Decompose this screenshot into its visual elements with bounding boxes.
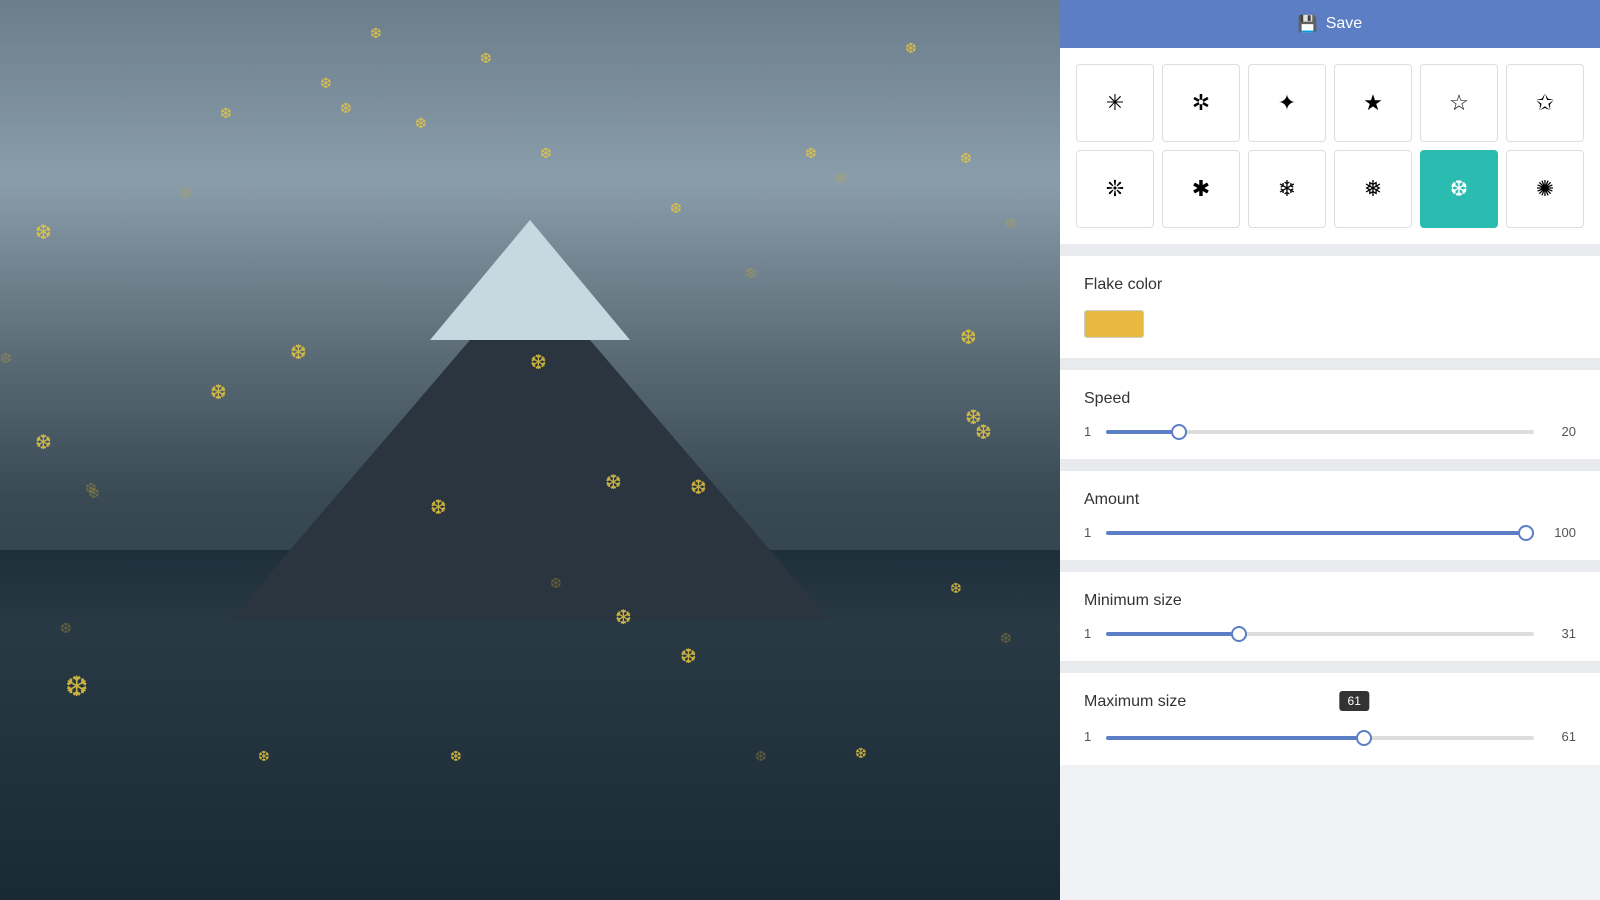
min-size-value: 31 [1546, 626, 1576, 641]
max-size-min: 1 [1084, 729, 1094, 744]
speed-section: Speed 1 20 [1060, 370, 1600, 459]
shape-btn-asterisk-circle[interactable]: ✺ [1506, 150, 1584, 228]
max-size-tooltip: 61 [1340, 691, 1369, 711]
shape-grid-section: ✳✲✦★☆✩ ❊✱❄❅❆✺ [1060, 48, 1600, 244]
flake: ❆ [450, 748, 462, 765]
section-divider-2 [1060, 358, 1600, 370]
max-size-section: Maximum size 1 61 61 [1060, 673, 1600, 765]
canvas-area: ❆❆❆❆❆❆❆❆❆❆❆❆❆❆❆❆❆❆❆❆❆❆❆❆❆❆❆❆❆❆❆❆❆❆❆❆❆❆❆❆ [0, 0, 1060, 900]
flake: ❆ [35, 430, 52, 455]
flake: ❆ [88, 485, 100, 502]
min-size-slider-row: 1 31 [1084, 626, 1576, 641]
flake: ❆ [690, 475, 707, 500]
flake: ❆ [950, 580, 962, 597]
flake: ❆ [680, 644, 697, 669]
flake: ❆ [755, 748, 767, 765]
amount-slider-row: 1 100 [1084, 525, 1576, 540]
flake: ❆ [670, 200, 682, 217]
flake: ❆ [210, 380, 227, 405]
speed-slider[interactable] [1106, 430, 1534, 434]
speed-max: 20 [1546, 424, 1576, 439]
flake: ❆ [0, 350, 12, 367]
max-size-value: 61 [1546, 729, 1576, 744]
flake-color-section: Flake color [1060, 256, 1600, 358]
flake: ❆ [615, 605, 632, 630]
shape-btn-star5-fill[interactable]: ★ [1334, 64, 1412, 142]
flake: ❆ [370, 25, 382, 42]
amount-slider[interactable] [1106, 531, 1534, 535]
min-size-label: Minimum size [1084, 592, 1576, 610]
amount-section: Amount 1 100 [1060, 471, 1600, 560]
flake: ❆ [180, 185, 192, 202]
shape-btn-asterisk6[interactable]: ✳ [1076, 64, 1154, 142]
shape-btn-star5-outline[interactable]: ☆ [1420, 64, 1498, 142]
section-divider-1 [1060, 244, 1600, 256]
flake: ❆ [415, 115, 427, 132]
shape-btn-blob-star[interactable]: ✦ [1248, 64, 1326, 142]
mountain-snow [430, 220, 630, 340]
water-reflection [0, 620, 1060, 900]
flake: ❆ [65, 670, 88, 703]
flake: ❆ [805, 145, 817, 162]
flake: ❆ [220, 105, 232, 122]
flake: ❆ [855, 745, 867, 762]
max-size-slider[interactable] [1106, 736, 1534, 740]
save-label: Save [1326, 15, 1362, 33]
flake: ❆ [835, 170, 847, 187]
save-button[interactable]: 💾 Save [1060, 0, 1600, 48]
shape-btn-star5-thin[interactable]: ✩ [1506, 64, 1584, 142]
flake: ❆ [530, 350, 547, 375]
shape-grid: ✳✲✦★☆✩ ❊✱❄❅❆✺ [1076, 64, 1584, 228]
flake: ❆ [605, 470, 622, 495]
amount-max: 100 [1546, 525, 1576, 540]
max-size-label: Maximum size [1084, 693, 1576, 711]
shape-btn-snowflake-bold[interactable]: ❊ [1076, 150, 1154, 228]
amount-min: 1 [1084, 525, 1094, 540]
flake: ❆ [1000, 630, 1012, 647]
flake-color-label: Flake color [1084, 276, 1576, 294]
shape-btn-snowflake-light[interactable]: ❄ [1248, 150, 1326, 228]
speed-label: Speed [1084, 390, 1576, 408]
flake: ❆ [975, 420, 992, 445]
section-divider-3 [1060, 459, 1600, 471]
save-icon: 💾 [1298, 14, 1318, 34]
flake-color-swatch[interactable] [1084, 310, 1144, 338]
flake: ❆ [480, 50, 492, 67]
flake: ❆ [1005, 215, 1017, 232]
flake: ❆ [960, 325, 977, 350]
flake: ❆ [60, 620, 72, 637]
speed-min: 1 [1084, 424, 1094, 439]
min-size-section: Minimum size 1 31 [1060, 572, 1600, 661]
flake: ❆ [905, 40, 917, 57]
shape-btn-asterisk-bold[interactable]: ✱ [1162, 150, 1240, 228]
min-size-min: 1 [1084, 626, 1094, 641]
shape-btn-snowflake-med[interactable]: ❅ [1334, 150, 1412, 228]
shape-btn-snowflake-active[interactable]: ❆ [1420, 150, 1498, 228]
flake: ❆ [320, 75, 332, 92]
min-size-slider[interactable] [1106, 632, 1534, 636]
shape-btn-asterisk-light[interactable]: ✲ [1162, 64, 1240, 142]
amount-label: Amount [1084, 491, 1576, 509]
section-divider-4 [1060, 560, 1600, 572]
speed-slider-row: 1 20 [1084, 424, 1576, 439]
right-panel: 💾 Save ✳✲✦★☆✩ ❊✱❄❅❆✺ Flake color Speed 1 … [1060, 0, 1600, 900]
flake: ❆ [290, 340, 307, 365]
max-size-slider-row: 1 61 61 [1084, 727, 1576, 745]
flake: ❆ [35, 220, 52, 245]
flake: ❆ [550, 575, 562, 592]
section-divider-5 [1060, 661, 1600, 673]
flake: ❆ [430, 495, 447, 520]
flake: ❆ [258, 748, 270, 765]
flake: ❆ [540, 145, 552, 162]
flake: ❆ [960, 150, 972, 167]
flake: ❆ [745, 265, 757, 282]
flake: ❆ [340, 100, 352, 117]
